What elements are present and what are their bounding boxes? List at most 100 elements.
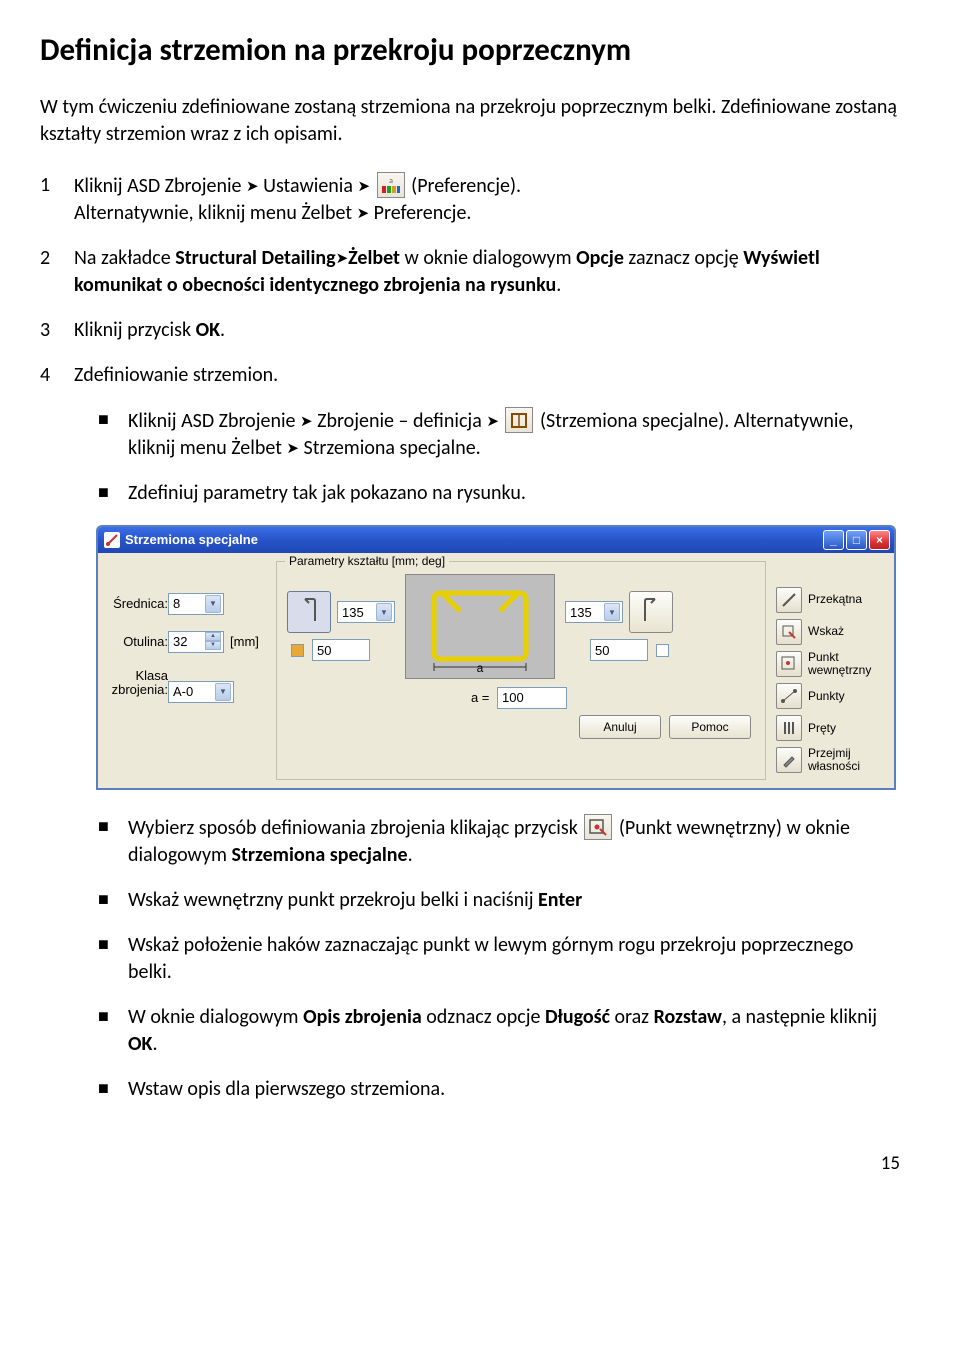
value: 135 <box>342 605 364 621</box>
text: Kliknij ASD Zbrojenie <box>74 174 246 198</box>
square-bullet-icon: ■ <box>98 407 128 462</box>
text-bold: Enter <box>538 888 582 912</box>
step-number: 3 <box>40 317 74 344</box>
text: . <box>220 318 225 342</box>
text: Zdefiniowanie strzemion. <box>74 362 900 389</box>
bullet-item: ■ Wstaw opis dla pierwszego strzemiona. <box>98 1076 900 1103</box>
text: odznacz opcje <box>422 1005 545 1029</box>
text-bold: Opcje <box>576 246 624 270</box>
text: Strzemiona specjalne. <box>299 436 481 460</box>
tool-przejmij-button[interactable] <box>776 747 802 773</box>
text-bold: OK <box>128 1032 152 1056</box>
value: 135 <box>570 605 592 621</box>
text: Alternatywnie, kliknij menu Żelbet <box>74 201 357 225</box>
arrow-icon <box>300 409 313 433</box>
text: Ustawienia <box>259 174 358 198</box>
input-len-left[interactable]: 50 <box>312 639 370 661</box>
text: Na zakładce <box>74 246 175 270</box>
square-bullet-icon: ■ <box>98 1076 128 1103</box>
input-angle-left[interactable]: 135 ▼ <box>337 601 395 623</box>
tool-prety-button[interactable] <box>776 715 802 741</box>
text: Wskaż wewnętrzny punkt przekroju belki i… <box>128 888 538 912</box>
label-otulina: Otulina: <box>106 634 168 650</box>
checkbox-right[interactable] <box>656 644 669 657</box>
preferences-icon: a <box>377 172 405 198</box>
help-button[interactable]: Pomoc <box>669 715 751 739</box>
input-len-right[interactable]: 50 <box>590 639 648 661</box>
square-bullet-icon: ■ <box>98 887 128 914</box>
square-bullet-icon: ■ <box>98 1004 128 1058</box>
label-a: a = <box>471 690 489 705</box>
text: Wstaw opis dla pierwszego strzemiona. <box>128 1076 900 1103</box>
value: 50 <box>595 643 609 659</box>
text: Kliknij ASD Zbrojenie <box>128 409 300 433</box>
stirrups-icon <box>505 407 533 433</box>
tool-punkty-button[interactable] <box>776 683 802 709</box>
text: Wskaż położenie haków zaznaczając punkt … <box>128 932 900 986</box>
shape-preview: a <box>405 574 555 679</box>
dialog-title: Strzemiona specjalne <box>125 532 258 548</box>
text: . <box>556 273 561 297</box>
shape-hook-left-button[interactable] <box>287 591 331 633</box>
tool-wskaz-button[interactable] <box>776 619 802 645</box>
tool-label: Punkt wewnętrzny <box>808 651 884 677</box>
text: Kliknij przycisk <box>74 318 196 342</box>
legend: Parametry kształtu [mm; deg] <box>285 554 449 568</box>
input-a[interactable]: 100 <box>497 687 567 709</box>
checkbox-left[interactable] <box>291 644 304 657</box>
value: 8 <box>173 596 180 612</box>
bullet-item: ■ Zdefiniuj parametry tak jak pokazano n… <box>98 480 900 507</box>
input-otulina[interactable]: 32 ▲▼ <box>168 631 224 653</box>
text: W oknie dialogowym <box>128 1005 303 1029</box>
step-3: 3 Kliknij przycisk OK. <box>40 317 900 344</box>
chevron-down-icon[interactable]: ▼ <box>604 603 620 621</box>
value: 100 <box>502 690 524 706</box>
value: A-0 <box>173 684 193 700</box>
text: . <box>152 1032 157 1056</box>
bullet-item: ■ Wskaż położenie haków zaznaczając punk… <box>98 932 900 986</box>
close-button[interactable]: × <box>869 530 890 550</box>
tool-przekatna-button[interactable] <box>776 587 802 613</box>
text: Zbrojenie – definicja <box>313 409 487 433</box>
tool-label: Wskaż <box>808 625 844 638</box>
text: Preferencje. <box>369 201 471 225</box>
square-bullet-icon: ■ <box>98 480 128 507</box>
arrow-icon <box>336 246 349 270</box>
maximize-button[interactable]: □ <box>846 530 867 550</box>
tool-label: Przekątna <box>808 593 862 606</box>
preview-a-label: a <box>406 661 554 675</box>
bullet-item: ■ W oknie dialogowym Opis zbrojenia odzn… <box>98 1004 900 1058</box>
cancel-button[interactable]: Anuluj <box>579 715 661 739</box>
text: . <box>408 843 413 867</box>
bullet-item: ■ Wybierz sposób definiowania zbrojenia … <box>98 814 900 869</box>
text-bold: OK <box>196 318 220 342</box>
input-klasa[interactable]: A-0 ▼ <box>168 681 234 703</box>
chevron-down-icon[interactable]: ▼ <box>376 603 392 621</box>
punkt-wewnetrzny-icon <box>584 814 612 840</box>
value: 32 <box>173 634 187 650</box>
chevron-down-icon[interactable]: ▼ <box>205 595 221 613</box>
input-srednica[interactable]: 8 ▼ <box>168 593 224 615</box>
spin-up-icon[interactable]: ▲ <box>205 632 221 641</box>
step-2: 2 Na zakładce Structural DetailingŻelbet… <box>40 245 900 299</box>
text-bold: Żelbet <box>348 246 400 270</box>
arrow-icon <box>357 201 370 225</box>
input-angle-right[interactable]: 135 ▼ <box>565 601 623 623</box>
step-1: 1 Kliknij ASD Zbrojenie Ustawienia a (Pr… <box>40 172 900 227</box>
chevron-down-icon[interactable]: ▼ <box>215 683 231 701</box>
dialog-strzemiona-specjalne: Strzemiona specjalne _ □ × Średnica: 8 ▼… <box>96 525 896 790</box>
tool-label: Pręty <box>808 722 836 735</box>
value: 50 <box>317 643 331 659</box>
shape-hook-right-button[interactable] <box>629 591 673 633</box>
arrow-icon <box>246 174 259 198</box>
label-klasa: Klasa zbrojenia: <box>106 669 168 698</box>
arrow-icon <box>358 174 371 198</box>
tool-punkt-wewnetrzny-button[interactable] <box>776 651 802 677</box>
text: oraz <box>610 1005 654 1029</box>
text: , a następnie kliknij <box>722 1005 877 1029</box>
minimize-button[interactable]: _ <box>823 530 844 550</box>
tool-label: Przejmij własności <box>808 747 884 773</box>
fieldset-parametry: Parametry kształtu [mm; deg] 135▼ 50 <box>276 561 766 780</box>
spin-down-icon[interactable]: ▼ <box>205 641 221 650</box>
text: w oknie dialogowym <box>400 246 576 270</box>
